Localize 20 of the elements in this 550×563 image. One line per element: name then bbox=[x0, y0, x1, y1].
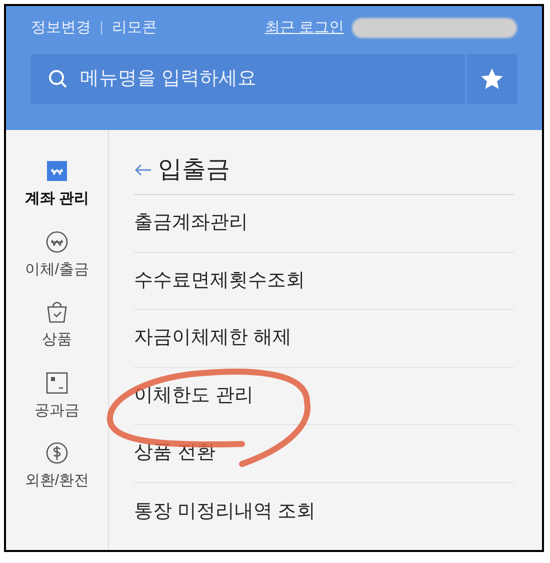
sidebar-tab[interactable]: 상품 bbox=[42, 299, 72, 352]
menu-item[interactable]: 통장 미정리내역 조회 bbox=[134, 482, 514, 541]
bill-icon bbox=[44, 370, 70, 396]
section-title: 입출금 bbox=[158, 155, 230, 185]
search-field[interactable]: 메뉴명을 입력하세요 bbox=[80, 54, 465, 104]
coin-icon bbox=[44, 228, 70, 254]
search-icon bbox=[48, 69, 68, 89]
search-bar[interactable]: 메뉴명을 입력하세요 bbox=[31, 54, 517, 104]
menu-item[interactable]: 상품 전환 bbox=[134, 425, 514, 483]
menu-item[interactable]: 출금계좌관리 bbox=[134, 195, 514, 253]
sidebar-tab[interactable]: 외환/환전 bbox=[24, 440, 90, 492]
menu-item[interactable]: 자금이체제한 해제 bbox=[134, 310, 514, 368]
sidebar-tab[interactable]: 공과금 bbox=[34, 370, 80, 422]
sidebar-tab[interactable]: 이체/출금 bbox=[24, 228, 90, 281]
sidebar-tab[interactable]: 계좌 관리 bbox=[24, 158, 90, 210]
menu-item[interactable]: 수수료면제횟수조회 bbox=[134, 252, 514, 310]
dollar-coin-icon bbox=[44, 440, 70, 466]
back-arrow-icon[interactable] bbox=[134, 164, 152, 176]
star-icon bbox=[480, 67, 504, 91]
menu-item[interactable]: 이체한도 관리 bbox=[134, 368, 514, 426]
